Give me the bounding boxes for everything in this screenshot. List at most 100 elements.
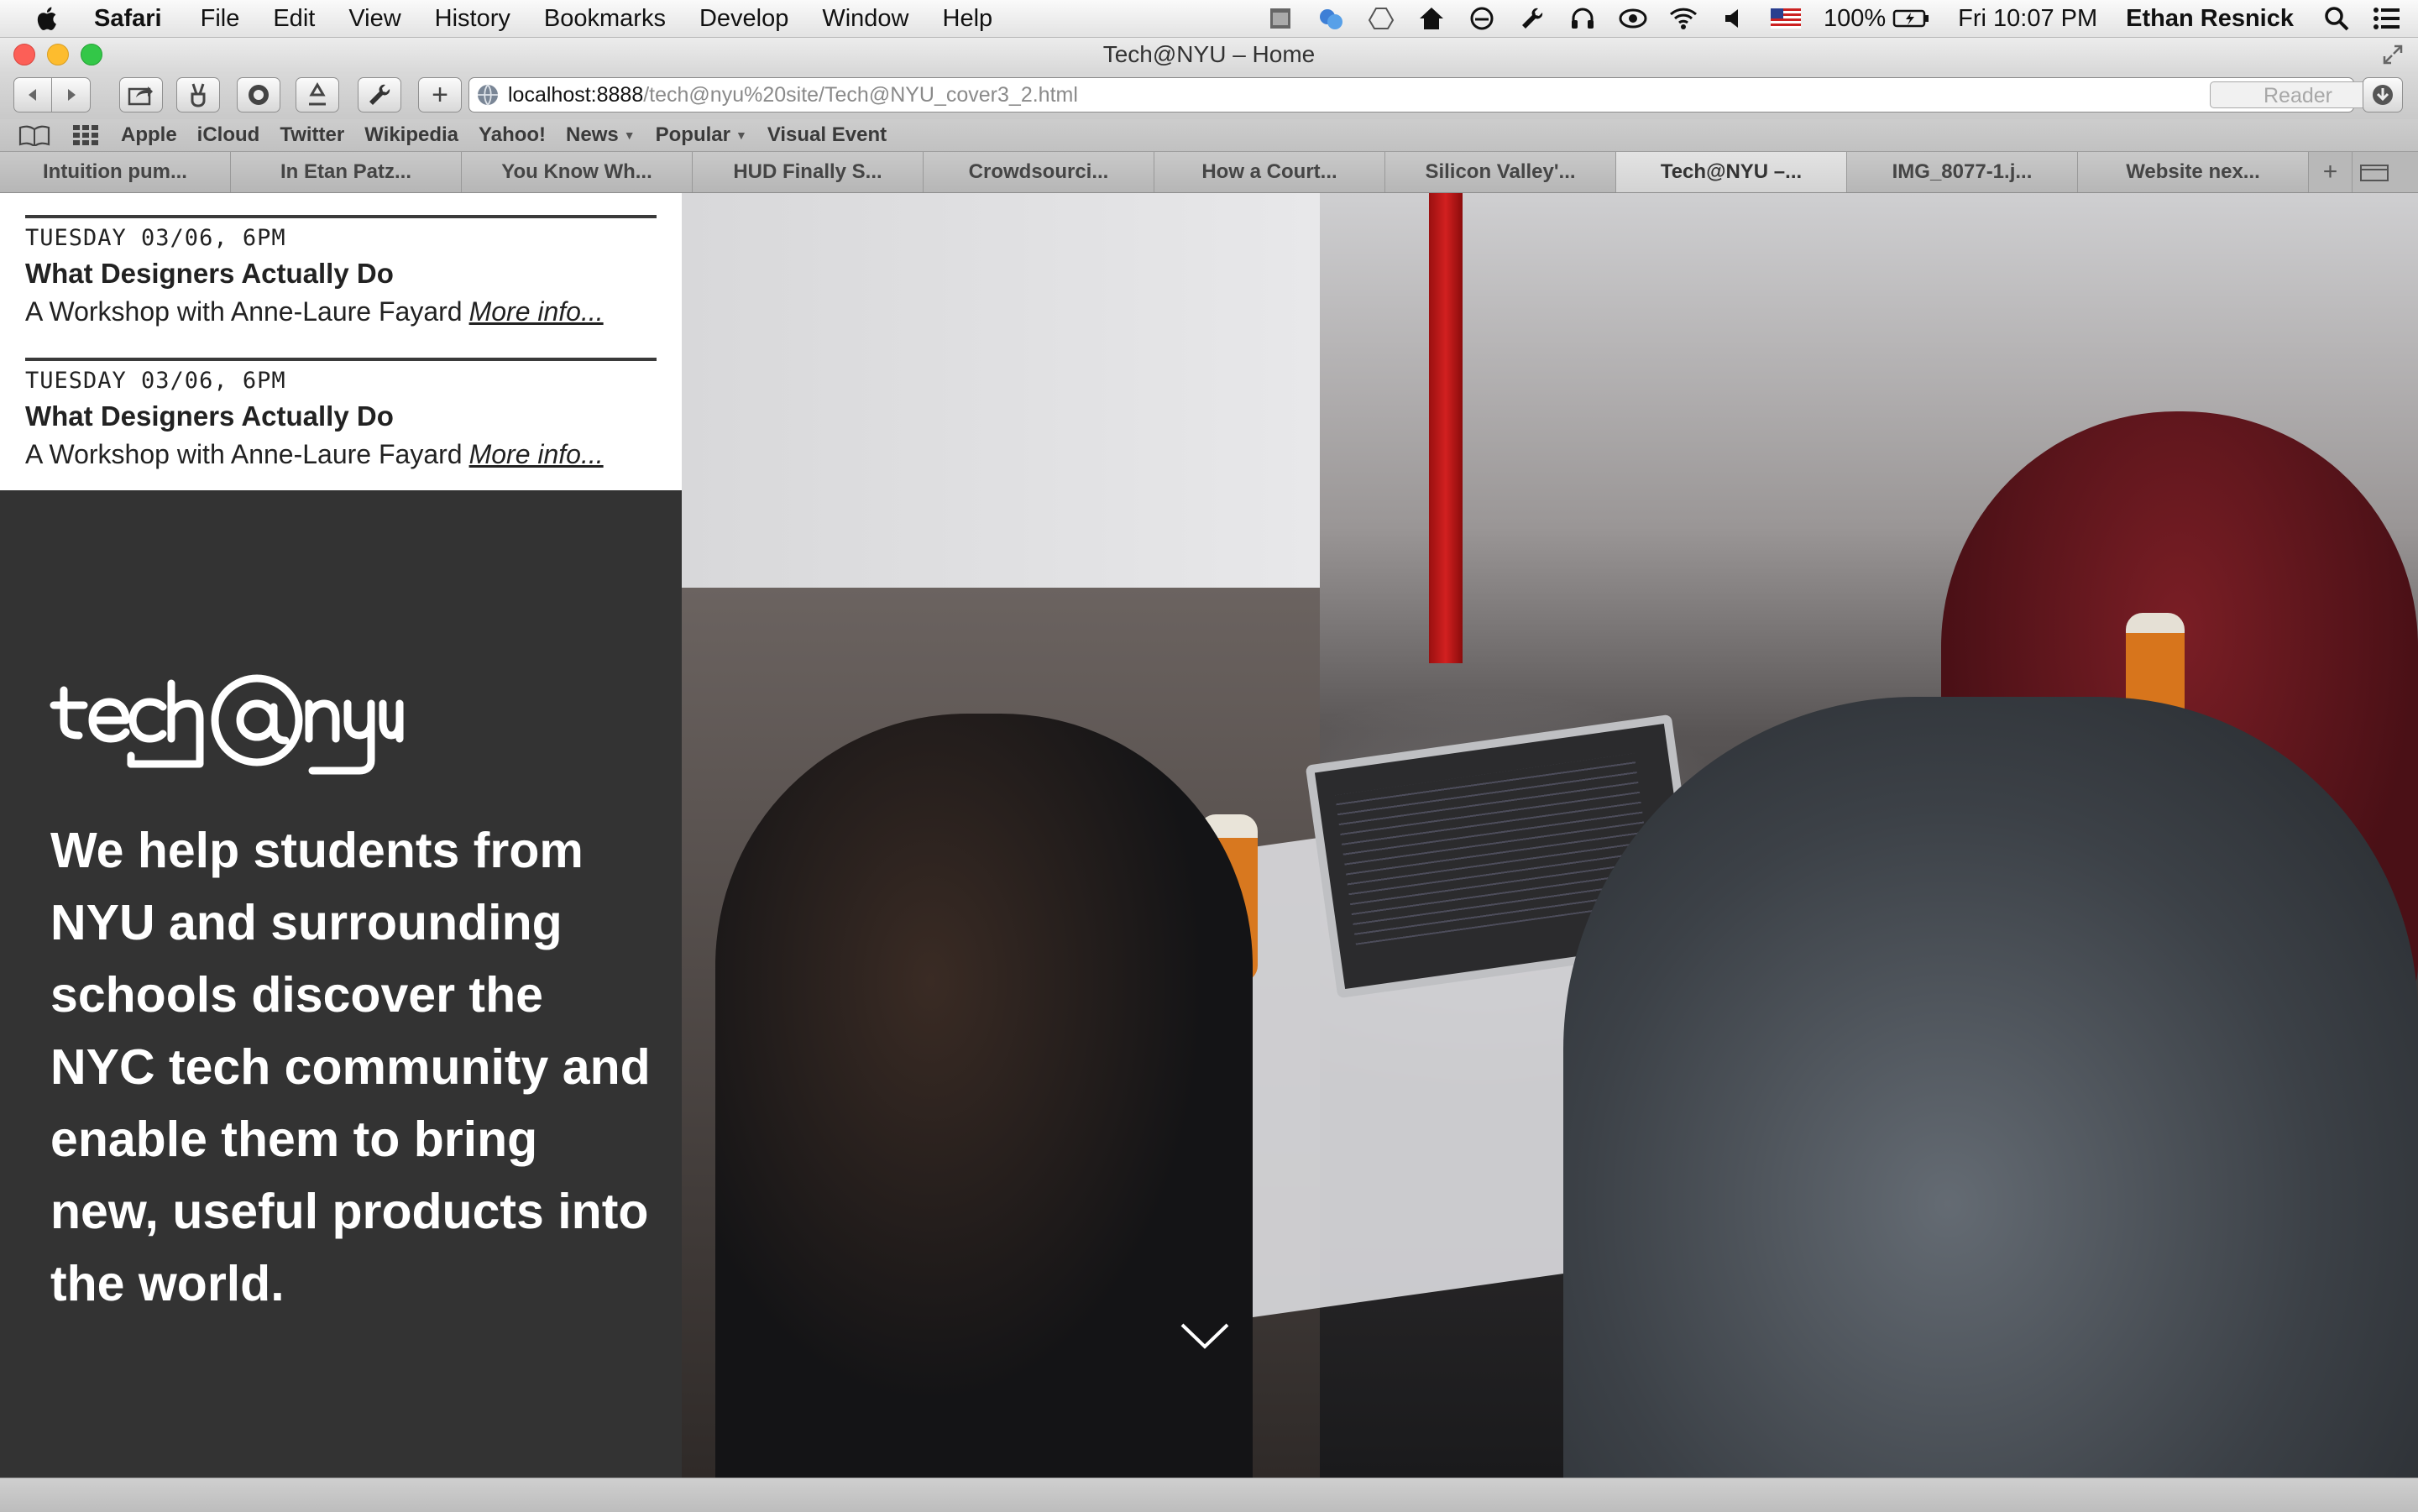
add-bookmark-button[interactable]: + bbox=[418, 77, 462, 112]
event-subtitle: A Workshop with Anne-Laure Fayard bbox=[25, 296, 463, 327]
event-subtitle-row: A Workshop with Anne-Laure Fayard More in… bbox=[25, 296, 657, 327]
apple-icon[interactable] bbox=[34, 4, 62, 33]
window-menu-icon[interactable] bbox=[1266, 4, 1295, 33]
more-info-link[interactable]: More info... bbox=[469, 439, 604, 469]
event-date: TUESDAY 03/06, 6PM bbox=[25, 368, 286, 394]
share-button[interactable] bbox=[119, 77, 163, 112]
drive-icon[interactable] bbox=[1367, 4, 1395, 33]
bookmark-apple[interactable]: Apple bbox=[121, 123, 177, 147]
wrench-icon[interactable] bbox=[1518, 4, 1547, 33]
event-subtitle-row: A Workshop with Anne-Laure Fayard More in… bbox=[25, 439, 657, 470]
tab-active[interactable]: Tech@NYU –... bbox=[1616, 152, 1847, 192]
menu-file[interactable]: File bbox=[201, 5, 240, 33]
ghostery-icon bbox=[249, 85, 269, 105]
extension-wrench-button[interactable] bbox=[358, 77, 401, 112]
extension-ghost-button[interactable] bbox=[237, 77, 280, 112]
search-icon[interactable] bbox=[2322, 4, 2351, 33]
home-icon[interactable] bbox=[1417, 4, 1446, 33]
list-icon[interactable] bbox=[2373, 4, 2401, 33]
cloud-sync-icon[interactable] bbox=[1316, 4, 1345, 33]
tab[interactable]: Website nex... bbox=[2078, 152, 2309, 192]
menu-help[interactable]: Help bbox=[943, 5, 993, 33]
bookmark-visual-event[interactable]: Visual Event bbox=[767, 123, 887, 147]
bookmark-news-folder[interactable]: News ▼ bbox=[566, 123, 636, 147]
extension-recycle-button[interactable] bbox=[296, 77, 339, 112]
menu-develop[interactable]: Develop bbox=[699, 5, 788, 33]
tech-nyu-logo[interactable] bbox=[49, 665, 405, 776]
recycle-icon bbox=[309, 82, 326, 106]
tab-overview-icon[interactable] bbox=[2353, 152, 2396, 192]
circle-slash-icon[interactable] bbox=[1468, 4, 1496, 33]
url-host: localhost:8888 bbox=[508, 82, 644, 107]
wrench-icon bbox=[369, 84, 390, 105]
bookmark-yahoo[interactable]: Yahoo! bbox=[479, 123, 546, 147]
reader-button[interactable]: Reader bbox=[2210, 81, 2386, 108]
hero-person-laptop bbox=[1563, 697, 2418, 1478]
downloads-button[interactable] bbox=[2363, 77, 2403, 112]
tab[interactable]: How a Court... bbox=[1154, 152, 1385, 192]
menu-edit[interactable]: Edit bbox=[273, 5, 315, 33]
menu-history[interactable]: History bbox=[435, 5, 510, 33]
menu-app[interactable]: Safari bbox=[94, 5, 162, 33]
tab[interactable]: HUD Finally S... bbox=[693, 152, 924, 192]
tab[interactable]: Crowdsourci... bbox=[924, 152, 1154, 192]
url-path: /tech@nyu%20site/Tech@NYU_cover3_2.html bbox=[643, 82, 1078, 107]
battery-icon[interactable] bbox=[1892, 4, 1929, 33]
peace-hand-icon bbox=[191, 83, 206, 107]
user-name[interactable]: Ethan Resnick bbox=[2126, 5, 2294, 33]
event-title: What Designers Actually Do bbox=[25, 258, 394, 289]
nav-buttons bbox=[13, 77, 91, 112]
chevron-down-icon: ▼ bbox=[735, 128, 747, 142]
bookmark-news-label: News bbox=[566, 123, 619, 146]
globe-icon bbox=[478, 84, 498, 106]
mission-statement: We help students from NYU and surroundin… bbox=[50, 823, 651, 1311]
window-title: Tech@NYU – Home bbox=[1102, 41, 1316, 67]
left-panel: TUESDAY 03/06, 6PM What Designers Actual… bbox=[0, 193, 682, 1478]
bookmark-twitter[interactable]: Twitter bbox=[280, 123, 344, 147]
extension-peace-button[interactable] bbox=[176, 77, 220, 112]
event-item: TUESDAY 03/06, 6PM What Designers Actual… bbox=[25, 358, 657, 470]
toolbar: + localhost:8888 /tech@nyu%20site/Tech@N… bbox=[0, 71, 2418, 119]
clock[interactable]: Fri 10:07 PM bbox=[1958, 5, 2097, 33]
status-area: 100% Fri 10:07 PM Ethan Resnick bbox=[1266, 0, 2418, 37]
tab[interactable]: Silicon Valley'... bbox=[1385, 152, 1616, 192]
hero-wall bbox=[682, 193, 1320, 596]
bookmark-icloud[interactable]: iCloud bbox=[197, 123, 260, 147]
back-button[interactable] bbox=[13, 77, 52, 112]
volume-icon[interactable] bbox=[1719, 4, 1748, 33]
reading-list-icon[interactable] bbox=[18, 124, 50, 146]
bookmark-wikipedia[interactable]: Wikipedia bbox=[364, 123, 458, 147]
forward-arrow-icon bbox=[67, 89, 76, 101]
event-subtitle: A Workshop with Anne-Laure Fayard bbox=[25, 439, 463, 469]
download-icon bbox=[2373, 85, 2393, 105]
top-sites-icon[interactable] bbox=[72, 124, 99, 146]
horizontal-scrollbar[interactable] bbox=[0, 1478, 2418, 1512]
eye-icon[interactable] bbox=[1619, 4, 1647, 33]
event-item: TUESDAY 03/06, 6PM What Designers Actual… bbox=[25, 215, 657, 327]
forward-button[interactable] bbox=[52, 77, 91, 112]
new-tab-button[interactable]: + bbox=[2309, 152, 2353, 192]
menu-window[interactable]: Window bbox=[822, 5, 908, 33]
flag-us-icon[interactable] bbox=[1770, 4, 1802, 33]
tab[interactable]: IMG_8077-1.j... bbox=[1847, 152, 2078, 192]
menu-view[interactable]: View bbox=[348, 5, 400, 33]
menu-bookmarks[interactable]: Bookmarks bbox=[544, 5, 666, 33]
events-list: TUESDAY 03/06, 6PM What Designers Actual… bbox=[0, 193, 682, 490]
bookmark-popular-folder[interactable]: Popular ▼ bbox=[656, 123, 747, 147]
wifi-icon[interactable] bbox=[1669, 4, 1698, 33]
hero-red-pillar bbox=[1429, 193, 1463, 663]
bookmark-popular-label: Popular bbox=[655, 123, 730, 146]
chevron-down-icon[interactable] bbox=[1179, 1321, 1231, 1350]
hero-person-camera bbox=[715, 714, 1253, 1478]
fullscreen-icon[interactable] bbox=[2381, 43, 2405, 66]
address-bar[interactable]: localhost:8888 /tech@nyu%20site/Tech@NYU… bbox=[468, 77, 2354, 112]
share-icon bbox=[128, 86, 153, 106]
tab[interactable]: Intuition pum... bbox=[0, 152, 231, 192]
headphones-icon[interactable] bbox=[1568, 4, 1597, 33]
tab[interactable]: You Know Wh... bbox=[462, 152, 693, 192]
back-arrow-icon bbox=[29, 89, 36, 101]
tab[interactable]: In Etan Patz... bbox=[231, 152, 462, 192]
chevron-down-icon: ▼ bbox=[623, 128, 636, 142]
battery-percent: 100% bbox=[1823, 4, 1887, 32]
more-info-link[interactable]: More info... bbox=[469, 296, 604, 327]
